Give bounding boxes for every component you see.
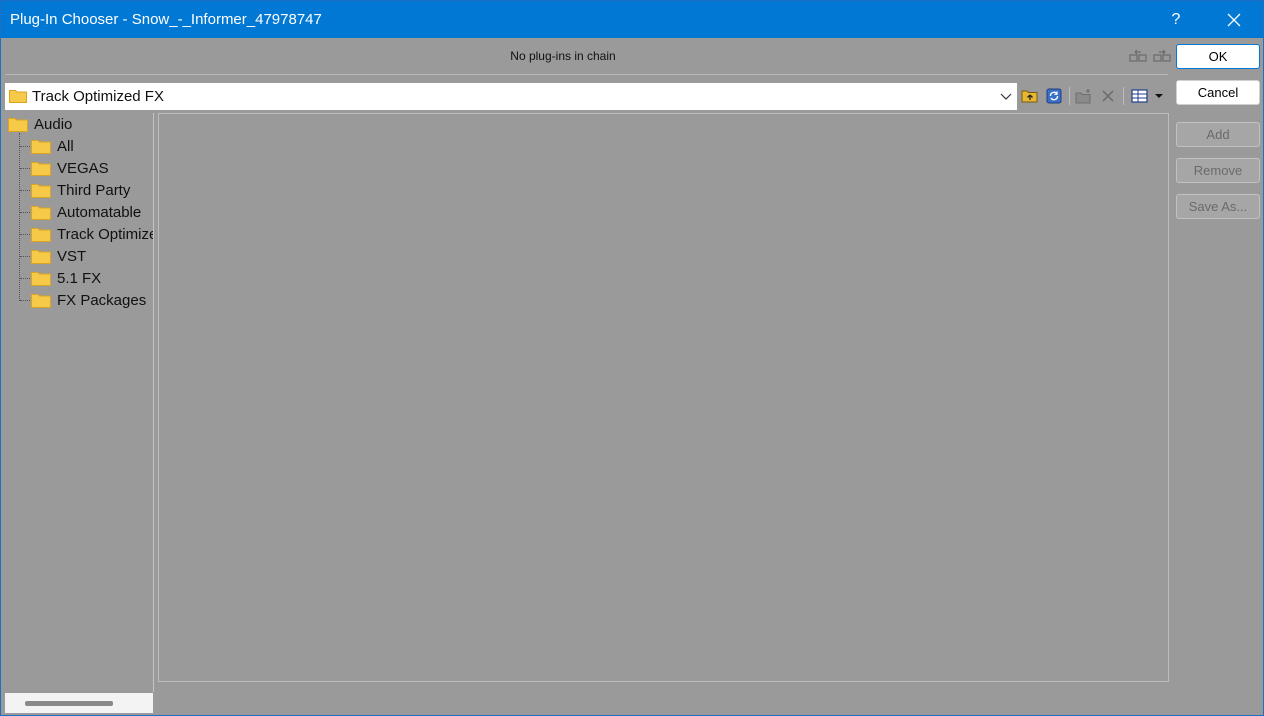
view-mode-icon bbox=[1131, 89, 1163, 103]
chevron-down-icon[interactable] bbox=[999, 89, 1013, 103]
toolbar-separator bbox=[1123, 87, 1124, 105]
tree-item-5-1-fx[interactable]: 5.1 FX bbox=[31, 268, 101, 288]
tree-item-automatable[interactable]: Automatable bbox=[31, 202, 141, 222]
chain-move-right-icon[interactable] bbox=[1153, 49, 1171, 63]
save-as-button[interactable]: Save As... bbox=[1176, 194, 1260, 219]
title-bar: Plug-In Chooser - Snow_-_Informer_479787… bbox=[1, 1, 1263, 38]
tree-item-label: 5.1 FX bbox=[57, 269, 102, 287]
plugin-chain-bar: No plug-ins in chain bbox=[5, 39, 1171, 75]
tree-item-vst[interactable]: VST bbox=[31, 246, 86, 266]
refresh-icon bbox=[1046, 88, 1062, 104]
up-folder-icon bbox=[1021, 90, 1038, 103]
window-title: Plug-In Chooser - Snow_-_Informer_479787… bbox=[10, 11, 322, 28]
help-button[interactable]: ? bbox=[1153, 1, 1199, 38]
up-folder-button[interactable] bbox=[1020, 86, 1040, 106]
tree-connector bbox=[20, 146, 30, 147]
folder-icon bbox=[31, 205, 51, 220]
folder-path-value: Track Optimized FX bbox=[32, 88, 164, 105]
tree-guide-line bbox=[19, 133, 20, 301]
tree-connector bbox=[20, 168, 30, 169]
tree-connector bbox=[20, 212, 30, 213]
tree-item-label: Automatable bbox=[57, 203, 142, 221]
folder-icon bbox=[8, 117, 28, 132]
tree-horizontal-scrollbar[interactable] bbox=[5, 693, 153, 713]
delete-icon bbox=[1102, 90, 1114, 102]
remove-button[interactable]: Remove bbox=[1176, 158, 1260, 183]
folder-icon bbox=[31, 293, 51, 308]
delete-button bbox=[1098, 86, 1118, 106]
folder-icon bbox=[31, 161, 51, 176]
tree-connector bbox=[20, 190, 30, 191]
chain-status-text: No plug-ins in chain bbox=[510, 49, 616, 63]
tree-item-third-party[interactable]: Third Party bbox=[31, 180, 130, 200]
folder-icon bbox=[31, 139, 51, 154]
plugin-chooser-window: Plug-In Chooser - Snow_-_Informer_479787… bbox=[0, 0, 1264, 716]
close-button[interactable] bbox=[1211, 1, 1257, 38]
tree-connector bbox=[20, 300, 30, 301]
close-icon bbox=[1227, 13, 1241, 26]
tree-item-label: FX Packages bbox=[57, 291, 147, 309]
tree-item-label: Audio bbox=[34, 115, 73, 133]
tree-item-label: Track Optimized FX bbox=[57, 225, 153, 243]
tree-item-label: All bbox=[57, 137, 74, 155]
folder-icon bbox=[31, 249, 51, 264]
tree-item-track-optimized-fx[interactable]: Track Optimized FX bbox=[31, 224, 153, 244]
tree-item-label: VST bbox=[57, 247, 87, 265]
new-folder-icon bbox=[1075, 89, 1091, 104]
help-label: ? bbox=[1171, 10, 1181, 28]
new-folder-button bbox=[1074, 86, 1094, 106]
tree-item-all[interactable]: All bbox=[31, 136, 74, 156]
tree-connector bbox=[20, 256, 30, 257]
toolbar-separator bbox=[1069, 87, 1070, 105]
folder-tree: Audio All VEGAS Third Party Automatable … bbox=[5, 113, 154, 692]
folder-path-combobox[interactable]: Track Optimized FX bbox=[5, 83, 1017, 110]
folder-icon bbox=[31, 271, 51, 286]
chain-move-left-icon[interactable] bbox=[1129, 49, 1147, 63]
view-mode-button[interactable] bbox=[1129, 86, 1167, 106]
tree-item-vegas[interactable]: VEGAS bbox=[31, 158, 109, 178]
cancel-button[interactable]: Cancel bbox=[1176, 80, 1260, 105]
folder-icon bbox=[31, 183, 51, 198]
tree-connector bbox=[20, 234, 30, 235]
scrollbar-thumb[interactable] bbox=[25, 701, 113, 706]
tree-item-audio[interactable]: Audio bbox=[8, 114, 72, 134]
ok-button[interactable]: OK bbox=[1176, 44, 1260, 69]
folder-icon bbox=[31, 227, 51, 242]
folder-icon bbox=[9, 90, 27, 103]
refresh-button[interactable] bbox=[1044, 86, 1064, 106]
tree-item-fx-packages[interactable]: FX Packages bbox=[31, 290, 146, 310]
tree-item-label: Third Party bbox=[57, 181, 131, 199]
tree-item-label: VEGAS bbox=[57, 159, 109, 177]
add-button[interactable]: Add bbox=[1176, 122, 1260, 147]
plugin-list-pane[interactable] bbox=[158, 113, 1169, 682]
tree-connector bbox=[20, 278, 30, 279]
